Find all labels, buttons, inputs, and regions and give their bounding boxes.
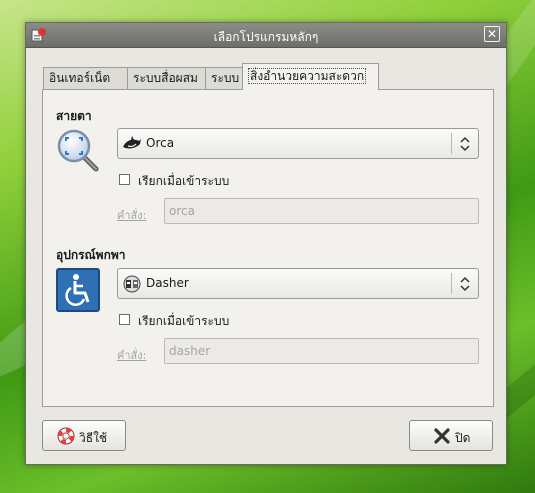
visual-start-on-login-label: เรียกเมื่อเข้าระบบ: [138, 174, 230, 188]
combo-arrows-icon: [460, 136, 470, 152]
tab-multimedia-label: ระบบสื่อผสม: [133, 71, 198, 85]
lifebuoy-icon: [57, 427, 75, 445]
tab-system[interactable]: ระบบ: [205, 67, 243, 89]
x-icon: [434, 428, 450, 444]
tab-system-label: ระบบ: [211, 71, 240, 85]
visual-start-on-login-checkbox[interactable]: เรียกเมื่อเข้าระบบ: [119, 172, 309, 188]
tab-accessibility[interactable]: สิ่งอำนวยความสะดวก: [242, 63, 379, 90]
window-title: เลือกโปรแกรมหลักๆ: [213, 30, 319, 44]
visual-app-combobox[interactable]: Orca: [117, 128, 479, 159]
mobility-app-combobox[interactable]: Dasher: [117, 268, 479, 299]
magnifier-icon: [57, 129, 99, 172]
combo-arrows-icon: [460, 276, 470, 292]
help-button-label: วิธีใช้: [79, 431, 108, 445]
mobility-start-on-login-checkbox[interactable]: เรียกเมื่อเข้าระบบ: [119, 312, 309, 328]
visual-command-field[interactable]: orca: [164, 198, 479, 224]
preferred-applications-window: เลือกโปรแกรมหลักๆ ✕ อินเทอร์เน็ต ระบบสื่…: [25, 22, 507, 465]
visual-section-title: สายตา: [56, 109, 92, 123]
mobility-command-label: คำสั่ง:: [117, 349, 147, 362]
title-bar[interactable]: เลือกโปรแกรมหลักๆ ✕: [26, 23, 506, 48]
tab-internet[interactable]: อินเทอร์เน็ต: [43, 67, 128, 89]
wheelchair-icon: [56, 268, 100, 312]
close-button[interactable]: ปิด: [409, 420, 493, 451]
tab-multimedia[interactable]: ระบบสื่อผสม: [127, 67, 206, 89]
mobility-section-title: อุปกรณ์พกพา: [56, 248, 126, 262]
tab-accessibility-label: สิ่งอำนวยความสะดวก: [248, 68, 367, 84]
visual-command-label: คำสั่ง:: [117, 209, 147, 222]
mobility-start-on-login-label: เรียกเมื่อเข้าระบบ: [138, 314, 230, 328]
checkbox-box[interactable]: [119, 174, 130, 185]
visual-app-value: Orca: [146, 136, 175, 150]
orca-whale-icon: [123, 136, 141, 149]
window-close-button[interactable]: ✕: [484, 26, 500, 42]
help-button[interactable]: วิธีใช้: [42, 420, 126, 451]
checkbox-box[interactable]: [119, 314, 130, 325]
tab-internet-label: อินเทอร์เน็ต: [49, 71, 111, 85]
close-button-label: ปิด: [455, 431, 471, 445]
accessibility-panel: สายตา Orca เรียกเมื่อเข้าระบบ คำสั่ง: or…: [42, 89, 494, 407]
dasher-icon: [123, 275, 141, 293]
close-icon: ✕: [486, 27, 498, 41]
mobility-command-field[interactable]: dasher: [164, 338, 479, 364]
mobility-app-value: Dasher: [146, 276, 189, 290]
